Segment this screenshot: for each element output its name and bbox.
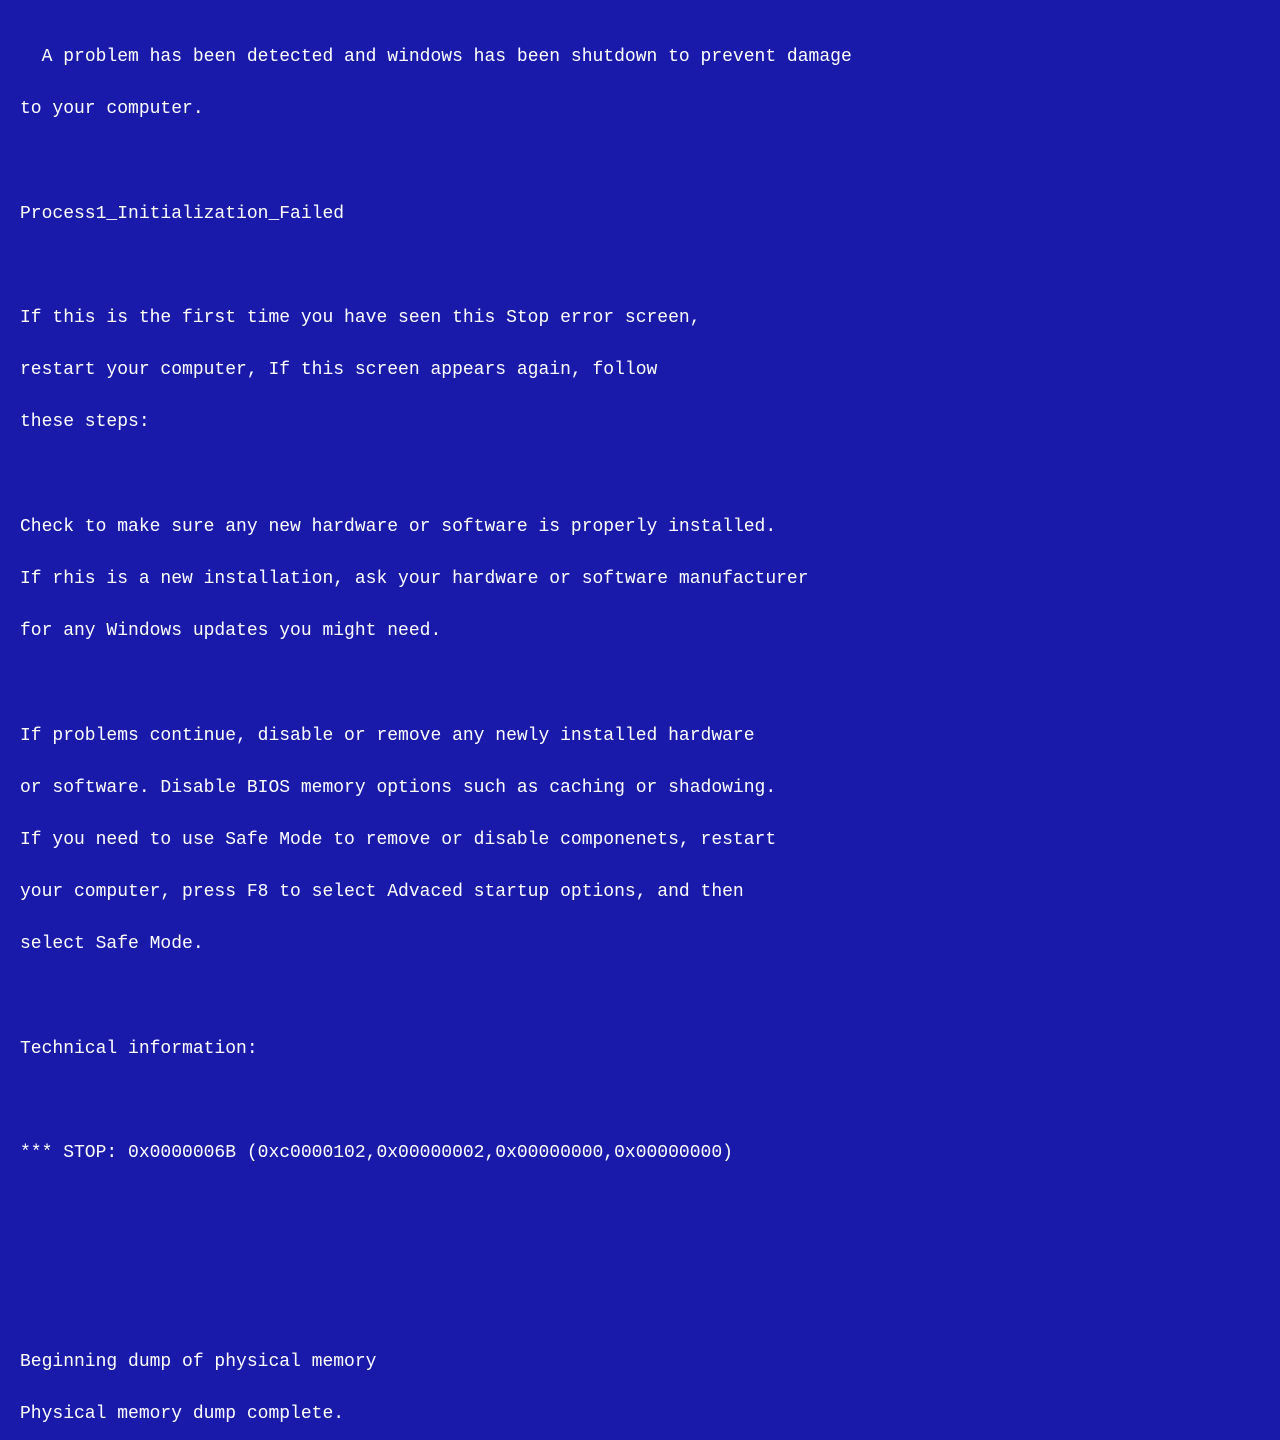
line-18: select Safe Mode.: [20, 934, 204, 954]
line-20: Technical information:: [20, 1039, 258, 1059]
line-2: to your computer.: [20, 99, 204, 119]
line-7: restart your computer, If this screen ap…: [20, 360, 657, 380]
line-15: or software. Disable BIOS memory options…: [20, 778, 776, 798]
bsod-screen: A problem has been detected and windows …: [20, 18, 852, 1440]
line-27: Physical memory dump complete.: [20, 1404, 344, 1424]
line-26: Beginning dump of physical memory: [20, 1352, 376, 1372]
line-6: If this is the first time you have seen …: [20, 308, 701, 328]
line-22: *** STOP: 0x0000006B (0xc0000102,0x00000…: [20, 1143, 733, 1163]
line-8: these steps:: [20, 412, 150, 432]
line-16: If you need to use Safe Mode to remove o…: [20, 830, 776, 850]
line-17: your computer, press F8 to select Advace…: [20, 882, 744, 902]
line-4: Process1_Initialization_Failed: [20, 204, 344, 224]
line-10: Check to make sure any new hardware or s…: [20, 517, 776, 537]
line-1: A problem has been detected and windows …: [42, 47, 852, 67]
line-12: for any Windows updates you might need.: [20, 621, 441, 641]
line-14: If problems continue, disable or remove …: [20, 726, 755, 746]
line-11: If rhis is a new installation, ask your …: [20, 569, 809, 589]
